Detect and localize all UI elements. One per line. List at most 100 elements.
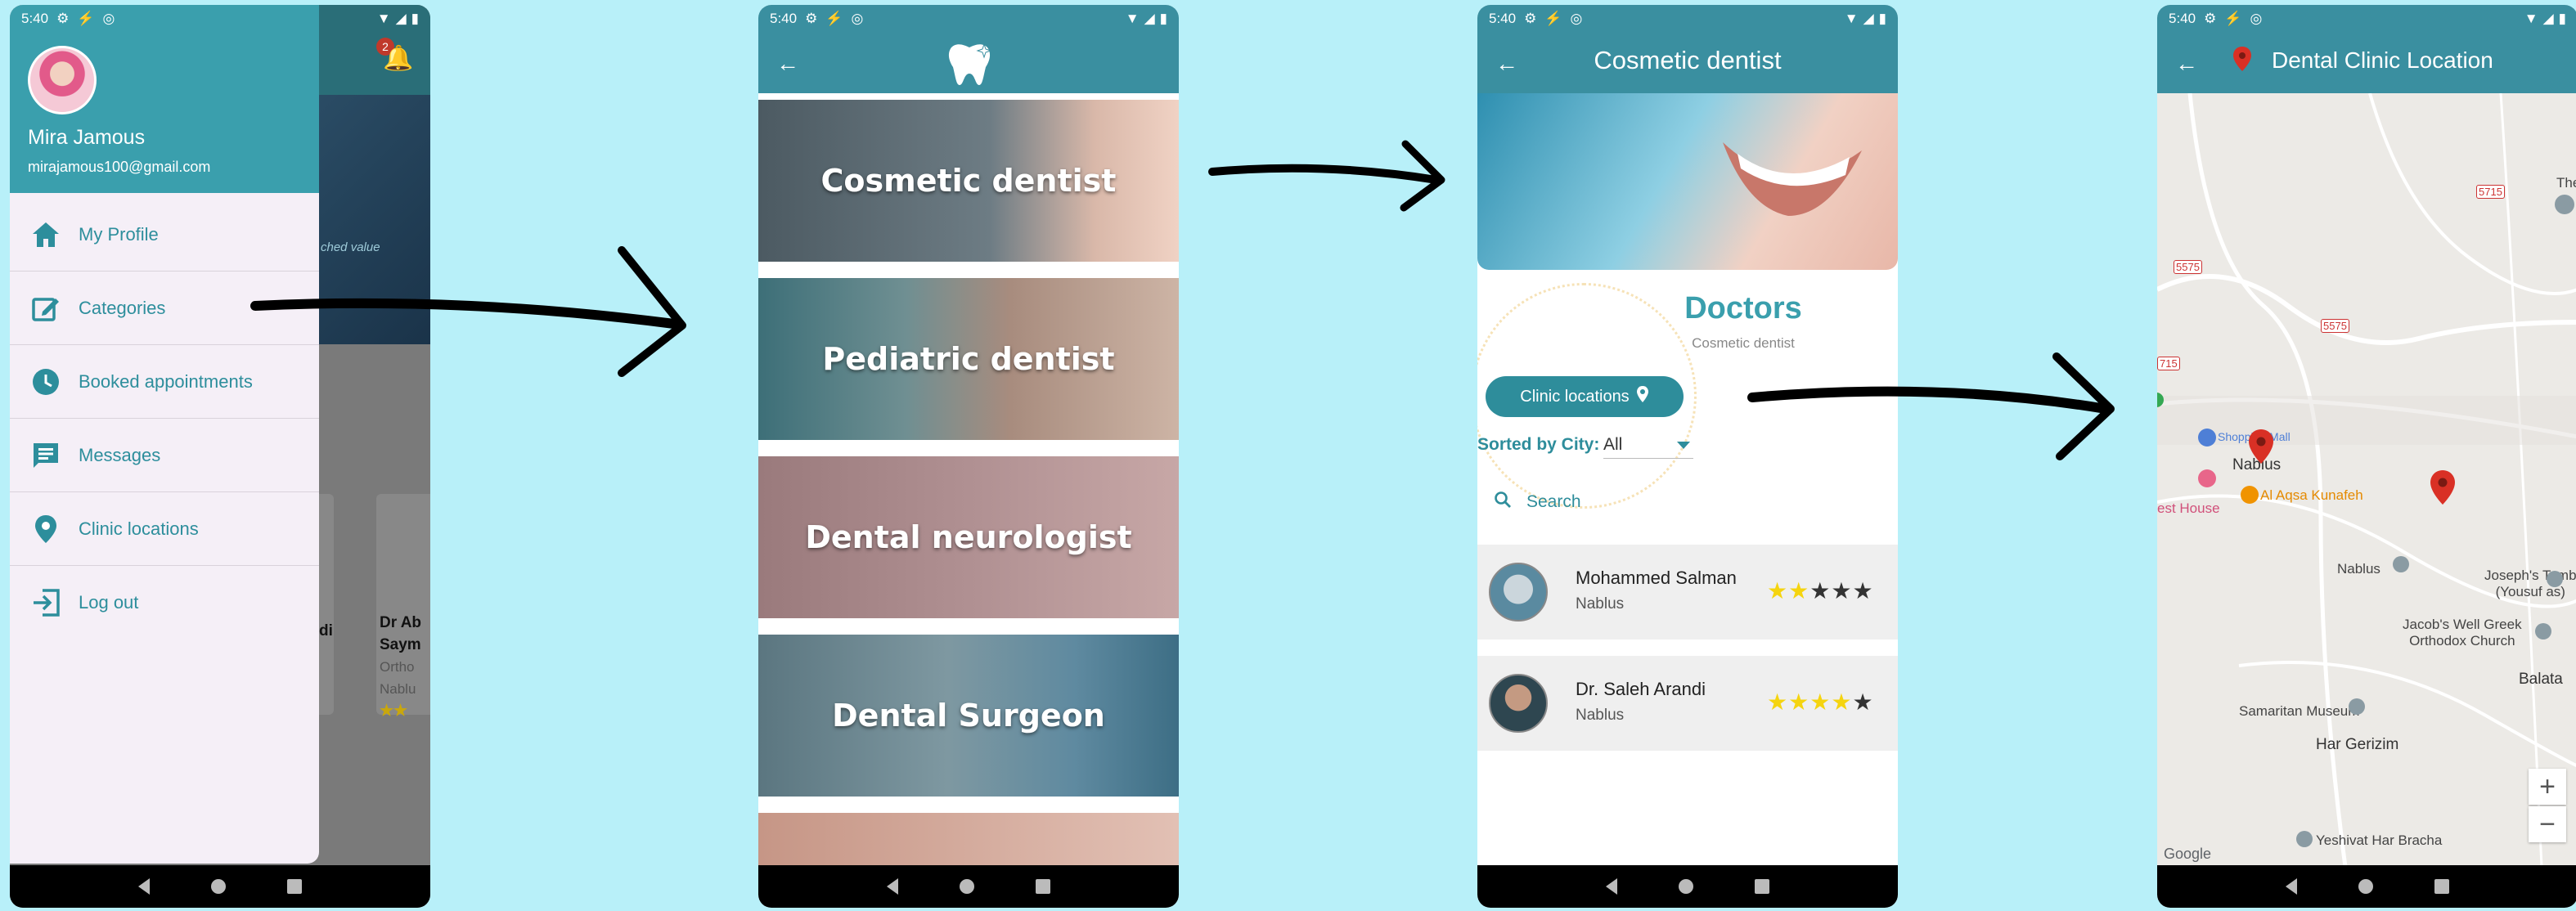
drawer-header: Mira Jamous mirajamous100@gmail.com [10, 5, 319, 193]
food-marker-icon [2241, 486, 2259, 504]
menu-item-label: Log out [79, 592, 139, 613]
clinic-locations-button[interactable]: Clinic locations [1486, 376, 1684, 417]
road-sign: 715 [2157, 357, 2180, 370]
menu-item-clinic-locations[interactable]: Clinic locations [10, 492, 319, 566]
star-empty-icon: ★ [1852, 578, 1874, 604]
category-hero-image [1477, 93, 1898, 270]
nav-back-icon[interactable] [887, 878, 899, 895]
status-bar: 5:40 ⚙ ⚡ ◎ ▼ ◢ ▮ [1477, 5, 1898, 33]
map-label: The [2556, 175, 2576, 191]
nav-home-icon[interactable] [959, 879, 974, 894]
phone-categories-screen: ← Cosmetic dentist Pediatric dentist Den… [758, 5, 1179, 908]
menu-item-messages[interactable]: Messages [10, 419, 319, 492]
zoom-in-button[interactable]: + [2529, 769, 2566, 805]
road-sign: 5715 [2476, 185, 2505, 199]
background-banner-text: ched value [321, 240, 380, 254]
background-card-line: Saym [380, 636, 421, 653]
doctors-heading: Doctors [1684, 291, 1802, 325]
avatar[interactable] [28, 46, 97, 114]
nav-recents-icon[interactable] [286, 879, 302, 894]
category-card-dental-neurologist[interactable]: Dental neurologist [758, 456, 1179, 618]
category-label: Dental Surgeon [832, 698, 1105, 734]
data-saver-icon: ⚡ [2224, 11, 2242, 26]
clinic-pin-icon[interactable] [2429, 469, 2457, 505]
map-label: Nablus [2337, 561, 2380, 577]
system-nav-bar [10, 865, 430, 908]
status-bar: 5:40 ⚙ ⚡ ◎ ▼ ◢ ▮ [758, 5, 1179, 33]
category-card-cosmetic-dentist[interactable]: Cosmetic dentist [758, 100, 1179, 262]
category-card-dental-surgeon[interactable]: Dental Surgeon [758, 635, 1179, 797]
wifi-icon: ▼ [1125, 11, 1140, 26]
place-marker-icon [2547, 571, 2563, 587]
category-label: Dental neurologist [805, 519, 1132, 555]
doctor-name: Mohammed Salman [1576, 568, 1737, 588]
map-label: Balata [2519, 671, 2563, 688]
nav-recents-icon[interactable] [2434, 879, 2449, 894]
location-pin-icon [1636, 385, 1649, 408]
signal-icon: ◢ [1863, 11, 1874, 26]
star-filled-icon: ★ [1767, 578, 1789, 604]
zoom-out-button[interactable]: − [2529, 806, 2566, 842]
signal-icon: ◢ [2542, 11, 2554, 26]
nav-back-icon[interactable] [2286, 878, 2298, 895]
road-sign: 5575 [2321, 319, 2349, 333]
place-marker-icon [2296, 831, 2313, 847]
hotel-marker-icon [2198, 469, 2216, 487]
back-arrow-icon[interactable]: ← [2175, 51, 2198, 77]
category-label: Pediatric dentist [822, 341, 1115, 377]
nav-home-icon[interactable] [1678, 879, 1693, 894]
wifi-icon: ▼ [1844, 11, 1859, 26]
category-card-partial[interactable] [758, 813, 1179, 870]
menu-item-label: Booked appointments [79, 370, 253, 392]
map-label: Al Aqsa Kunafeh [2260, 487, 2363, 503]
clinic-pin-icon[interactable] [2247, 429, 2275, 464]
data-saver-icon: ⚡ [825, 11, 843, 26]
doctor-row[interactable]: Mohammed Salman Nablus ★★★★★ [1477, 545, 1898, 639]
place-marker-icon [2393, 556, 2409, 572]
menu-item-log-out[interactable]: Log out [10, 566, 319, 639]
place-marker-icon [2555, 195, 2574, 214]
menu-item-my-profile[interactable]: My Profile [10, 198, 319, 272]
nav-back-icon[interactable] [1606, 878, 1618, 895]
rating-stars: ★★★★★ [1767, 689, 1874, 716]
menu-item-categories[interactable]: Categories [10, 272, 319, 345]
bell-icon: 🔔 [383, 45, 414, 72]
background-card-line: Nablu [380, 681, 416, 697]
chevron-down-icon[interactable] [1677, 442, 1690, 449]
system-nav-bar [1477, 865, 1898, 908]
star-empty-icon: ★ [1809, 578, 1832, 604]
sort-label: Sorted by City: [1477, 435, 1600, 454]
clock-icon [29, 366, 62, 398]
menu-item-booked-appointments[interactable]: Booked appointments [10, 345, 319, 419]
page-title: Dental Clinic Location [2272, 47, 2493, 73]
nav-back-icon[interactable] [138, 878, 151, 895]
location-pin-icon [2232, 46, 2252, 76]
status-time: 5:40 [770, 11, 798, 26]
nav-home-icon[interactable] [2358, 879, 2373, 894]
category-card-pediatric-dentist[interactable]: Pediatric dentist [758, 278, 1179, 440]
location-pin-icon [29, 513, 62, 545]
settings-icon: ⚙ [1524, 11, 1537, 26]
wifi-icon: ▼ [376, 11, 391, 26]
data-saver-icon: ⚡ [77, 11, 95, 26]
logout-icon [29, 586, 62, 619]
status-bar: 5:40 ⚙ ⚡ ◎ ▼ ◢ ▮ [10, 5, 430, 33]
settings-icon: ⚙ [2204, 11, 2217, 26]
doctors-subheading: Cosmetic dentist [1692, 335, 1795, 351]
background-card-stars: ★★ [380, 702, 408, 720]
search-icon [1494, 491, 1512, 514]
search-field[interactable]: Search [1494, 491, 1581, 514]
nav-home-icon[interactable] [210, 879, 226, 894]
background-banner [304, 95, 430, 344]
search-placeholder: Search [1526, 492, 1581, 511]
settings-icon: ⚙ [805, 11, 818, 26]
back-arrow-icon[interactable]: ← [776, 51, 799, 77]
nav-recents-icon[interactable] [1035, 879, 1050, 894]
avatar [1489, 563, 1548, 622]
doctor-row[interactable]: Dr. Saleh Arandi Nablus ★★★★★ [1477, 656, 1898, 751]
map-label: Joseph's Tomb (Yousuf as) [2484, 568, 2576, 599]
nav-recents-icon[interactable] [1754, 879, 1769, 894]
road-sign: 5575 [2174, 260, 2202, 274]
map-view[interactable]: 5715 5575 5575 715 The Shopping Mall Nab… [2157, 93, 2576, 867]
status-time: 5:40 [2169, 11, 2196, 26]
